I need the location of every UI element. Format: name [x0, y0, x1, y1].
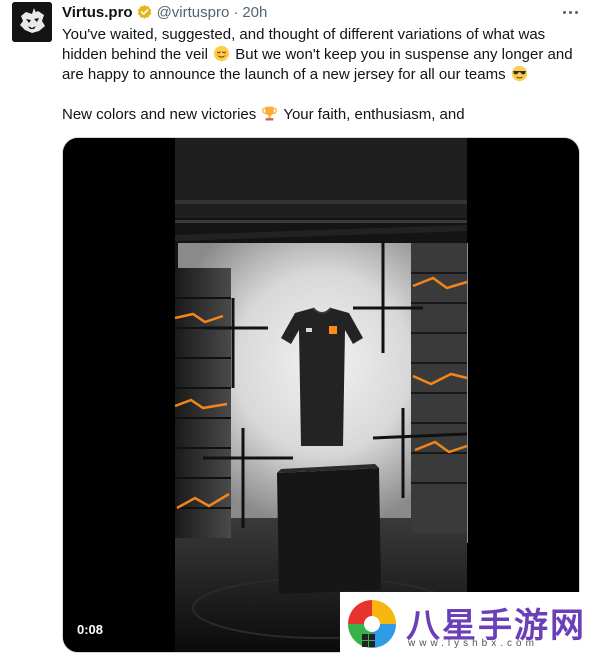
tweet-paragraph-2: New colors and new victories Your faith,… — [62, 105, 582, 125]
video-player[interactable]: 0:08 — [62, 137, 580, 653]
site-watermark: 八星手游网 www.lyshbx.com — [340, 592, 591, 656]
tweet-timestamp[interactable]: 20h — [242, 4, 267, 21]
tweet-text: You've waited, suggested, and thought of… — [62, 25, 582, 125]
relieved-face-emoji-icon — [213, 45, 230, 62]
sunglasses-face-emoji-icon — [511, 65, 528, 82]
tweet-text-part-4: Your faith, enthusiasm, and — [283, 106, 465, 123]
virtuspro-bear-icon — [12, 2, 52, 42]
tweet-text-part-3: New colors and new victories — [62, 106, 257, 123]
verified-badge-icon[interactable] — [136, 4, 153, 21]
video-duration: 0:08 — [77, 622, 104, 637]
trophy-emoji-icon — [261, 105, 278, 122]
watermark-logo-icon — [348, 600, 396, 648]
author-handle[interactable]: @virtuspro — [157, 4, 230, 21]
tweet[interactable]: Virtus.pro @virtuspro · 20h You've waite… — [0, 0, 591, 656]
separator-dot: · — [233, 3, 239, 21]
avatar[interactable] — [12, 2, 52, 42]
more-options-icon[interactable] — [559, 2, 581, 22]
jersey-reveal-video-frame — [63, 138, 579, 652]
tweet-header: Virtus.pro @virtuspro · 20h — [62, 2, 267, 22]
author-name[interactable]: Virtus.pro — [62, 4, 133, 21]
tweet-paragraph-1: You've waited, suggested, and thought of… — [62, 25, 582, 85]
watermark-url: www.lyshbx.com — [408, 638, 538, 649]
